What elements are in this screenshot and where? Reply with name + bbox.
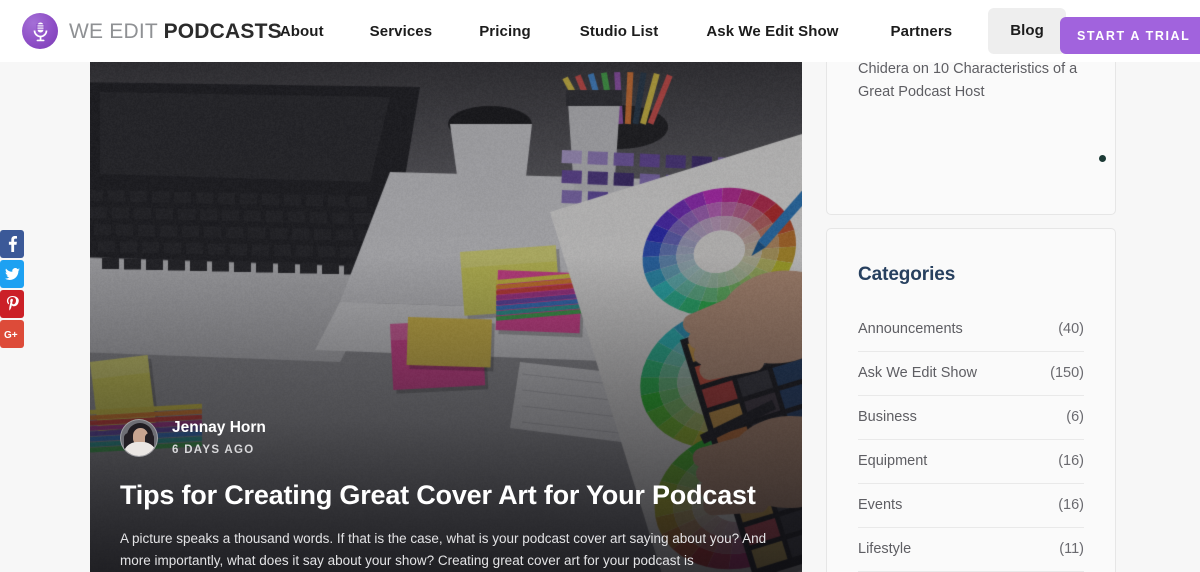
nav-item-pricing[interactable]: Pricing <box>479 15 531 48</box>
category-item[interactable]: Announcements (40) <box>858 308 1084 352</box>
article-title[interactable]: Tips for Creating Great Cover Art for Yo… <box>120 479 772 513</box>
category-label: Business <box>858 409 917 425</box>
author-name: Jennay Horn <box>172 419 266 438</box>
category-count: (6) <box>1066 409 1084 425</box>
author-avatar <box>120 419 158 457</box>
nav-item-services[interactable]: Services <box>370 15 433 48</box>
category-item[interactable]: Lifestyle (11) <box>858 528 1084 572</box>
logo-text-light: WE EDIT <box>69 20 164 43</box>
social-share-rail: G+ <box>0 230 24 350</box>
svg-text:G+: G+ <box>4 330 18 340</box>
pinterest-share-icon[interactable] <box>0 290 24 318</box>
category-label: Lifestyle <box>858 541 911 557</box>
nav-item-blog[interactable]: Blog <box>988 8 1066 54</box>
category-count: (16) <box>1058 497 1084 513</box>
category-label: Equipment <box>858 453 927 469</box>
category-count: (11) <box>1059 541 1084 557</box>
scroll-position-dot <box>1099 155 1106 162</box>
site-header: WE EDIT PODCASTS About Services Pricing Stu… <box>0 0 1200 62</box>
nav-item-about[interactable]: About <box>280 15 324 48</box>
nav-item-partners[interactable]: Partners <box>891 15 953 48</box>
article-byline: Jennay Horn 6 DAYS AGO <box>120 419 772 457</box>
twitter-share-icon[interactable] <box>0 260 24 288</box>
category-count: (40) <box>1058 321 1084 337</box>
article-excerpt: A picture speaks a thousand words. If th… <box>120 528 770 572</box>
nav-item-studio-list[interactable]: Studio List <box>580 15 659 48</box>
featured-article-card[interactable]: Jennay Horn 6 DAYS AGO Tips for Creating… <box>90 62 802 572</box>
category-item[interactable]: Business (6) <box>858 396 1084 440</box>
category-item[interactable]: Equipment (16) <box>858 440 1084 484</box>
categories-list: Announcements (40) Ask We Edit Show (150) Bu… <box>858 308 1084 572</box>
googleplus-share-icon[interactable]: G+ <box>0 320 24 348</box>
category-item[interactable]: Ask We Edit Show (150) <box>858 352 1084 396</box>
logo-text-bold: PODCASTS <box>164 20 282 43</box>
nav-item-blog-label: Blog <box>1010 14 1044 47</box>
start-a-trial-button[interactable]: START A TRIAL <box>1060 17 1200 54</box>
site-logo[interactable]: WE EDIT PODCASTS <box>22 13 282 49</box>
category-count: (150) <box>1050 365 1084 381</box>
category-label: Events <box>858 497 902 513</box>
category-label: Announcements <box>858 321 963 337</box>
article-overlay-content: Jennay Horn 6 DAYS AGO Tips for Creating… <box>120 419 772 572</box>
microphone-icon <box>22 13 58 49</box>
category-item[interactable]: Events (16) <box>858 484 1084 528</box>
categories-title: Categories <box>858 229 1084 308</box>
category-count: (16) <box>1058 453 1084 469</box>
facebook-share-icon[interactable] <box>0 230 24 258</box>
categories-widget: Categories Announcements (40) Ask We Edit … <box>826 228 1116 572</box>
category-label: Ask We Edit Show <box>858 365 977 381</box>
nav-item-ask-we-edit-show[interactable]: Ask We Edit Show <box>706 15 838 48</box>
article-date: 6 DAYS AGO <box>172 444 266 456</box>
logo-wordmark: WE EDIT PODCASTS <box>69 21 282 42</box>
main-navigation: About Services Pricing Studio List Ask We Ed… <box>280 8 1157 54</box>
